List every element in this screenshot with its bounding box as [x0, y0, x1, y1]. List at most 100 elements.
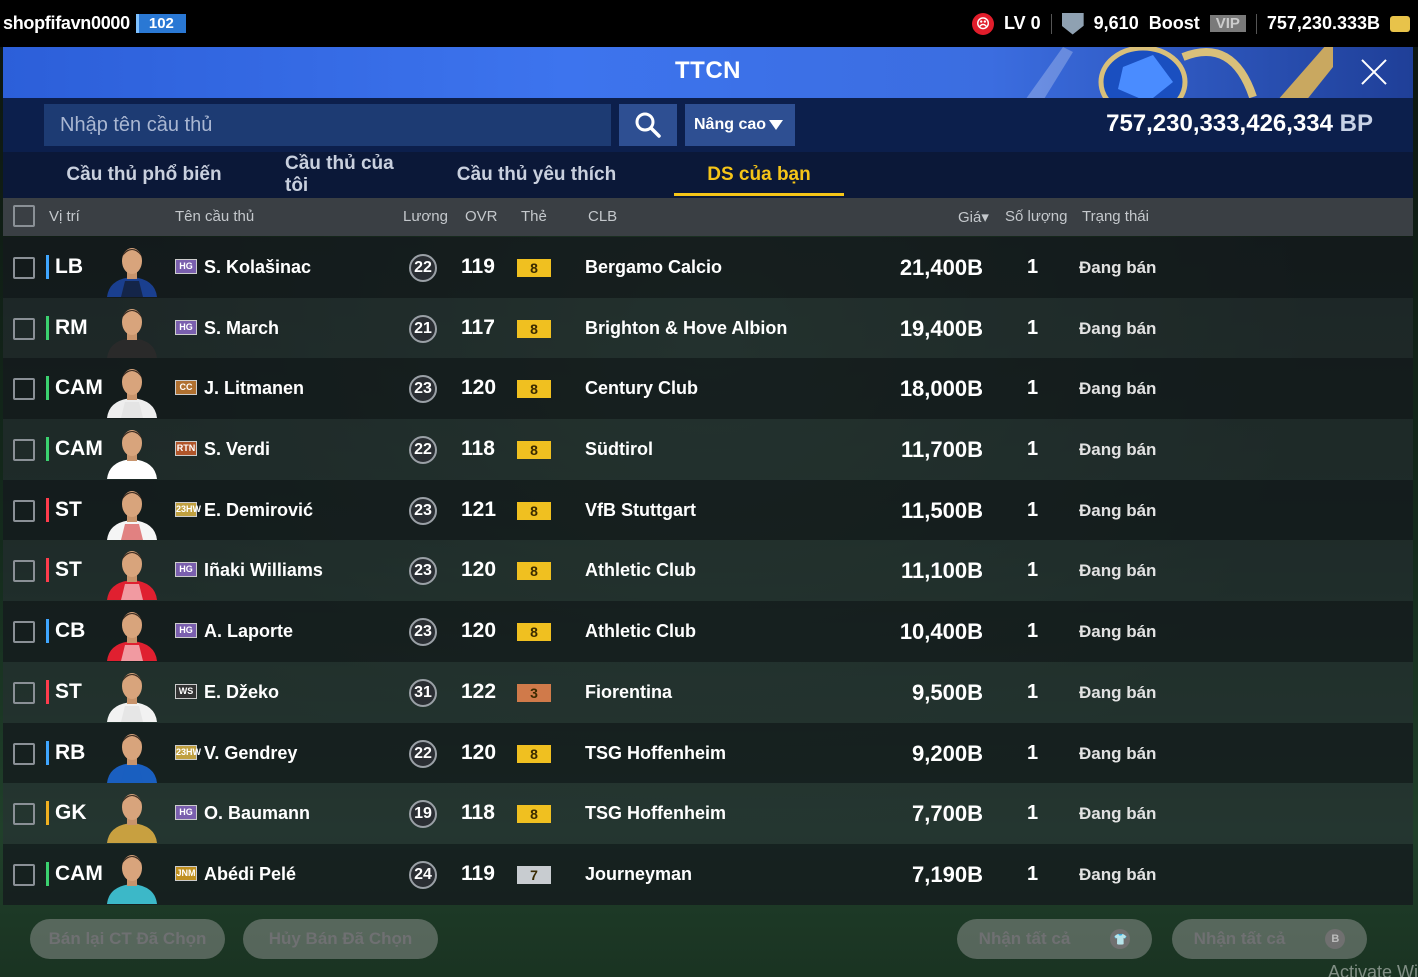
table-row[interactable]: GK HG O. Baumann 19 118 8 TSG Hoffenheim 7,700B… [3, 783, 1413, 844]
tab-favorite-players[interactable]: Cầu thủ yêu thích [399, 152, 674, 198]
row-checkbox[interactable] [13, 560, 35, 583]
player-avatar [107, 733, 157, 783]
row-checkbox[interactable] [13, 742, 35, 765]
season-badge: WS [175, 683, 197, 699]
row-checkbox[interactable] [13, 257, 35, 279]
bp-unit: BP [1339, 110, 1373, 137]
player-name[interactable]: S. March [204, 318, 279, 339]
coin-icon [1390, 15, 1410, 32]
player-ovr: 119 [461, 861, 495, 885]
col-name[interactable]: Tên cầu thủ [175, 208, 254, 225]
player-price: 18,000B [899, 376, 983, 402]
resell-selected-button[interactable]: Bán lại CT Đã Chọn [30, 919, 225, 959]
user-level-badge: 102 [135, 14, 186, 33]
row-checkbox[interactable] [13, 439, 35, 462]
player-avatar [107, 248, 157, 297]
player-name[interactable]: J. Litmanen [204, 378, 304, 399]
table-row[interactable]: CAM CC J. Litmanen 23 120 8 Century Club 18,000… [3, 358, 1413, 420]
boost-label[interactable]: Boost [1149, 13, 1200, 34]
player-avatar [107, 794, 157, 844]
salary-badge: 23 [409, 496, 437, 525]
sale-status: Đang bán [1079, 318, 1157, 338]
sale-status: Đang bán [1079, 622, 1157, 642]
row-checkbox[interactable] [13, 803, 35, 826]
table-row[interactable]: RB 23HW V. Gendrey 22 120 8 TSG Hoffenheim 9,20… [3, 722, 1413, 784]
salary-badge: 22 [409, 254, 437, 282]
tab-my-players[interactable]: Cầu thủ của tôi [285, 152, 399, 198]
table-row[interactable]: ST 23HW E. Demirović 23 121 8 VfB Stuttgart 11,… [3, 479, 1413, 541]
col-salary[interactable]: Lương [403, 208, 448, 225]
col-quantity[interactable]: Số lượng [1005, 208, 1067, 225]
col-price[interactable]: Giá▾ [958, 208, 989, 226]
col-status[interactable]: Trạng thái [1082, 208, 1149, 225]
cancel-selected-button[interactable]: Hủy Bán Đã Chọn [243, 919, 438, 959]
table-row[interactable]: CAM RTN S. Verdi 22 118 8 Südtirol 11,700B 1 Đang… [3, 419, 1413, 480]
shield-icon [1061, 12, 1084, 35]
claim-all-button[interactable]: Nhận tất cả 👕 [957, 919, 1152, 959]
salary-badge: 22 [409, 739, 437, 768]
player-name[interactable]: Iñaki Williams [204, 560, 323, 581]
row-checkbox[interactable] [13, 681, 35, 704]
player-quantity: 1 [1027, 498, 1039, 521]
player-search-input[interactable] [44, 104, 611, 146]
season-badge: HG [175, 319, 197, 335]
sale-status: Đang bán [1079, 864, 1157, 884]
col-club[interactable]: CLB [588, 208, 617, 225]
player-ovr: 117 [461, 315, 495, 339]
row-checkbox[interactable] [13, 317, 35, 340]
salary-badge: 23 [409, 618, 437, 647]
claim-all-bp-button[interactable]: Nhận tất cả B [1172, 919, 1367, 959]
player-quantity: 1 [1027, 680, 1039, 703]
player-price: 7,190B [912, 861, 983, 887]
table-row[interactable]: LB HG S. Kolašinac 22 119 8 Bergamo Calcio 21,4… [3, 237, 1413, 298]
player-name[interactable]: E. Džeko [204, 682, 279, 703]
row-checkbox[interactable] [13, 863, 35, 886]
player-name[interactable]: Abédi Pelé [204, 864, 296, 885]
player-quantity: 1 [1027, 620, 1039, 643]
tab-popular-players[interactable]: Cầu thủ phổ biến [3, 152, 285, 198]
table-row[interactable]: ST WS E. Džeko 31 122 3 Fiorentina 9,500B 1 Đang … [3, 661, 1413, 723]
player-name[interactable]: E. Demirović [204, 500, 313, 521]
advanced-filter-dropdown[interactable]: Nâng cao [685, 104, 795, 146]
sale-status: Đang bán [1079, 804, 1157, 824]
close-icon[interactable] [1357, 55, 1391, 89]
salary-badge: 23 [409, 375, 437, 404]
search-button[interactable] [619, 104, 677, 146]
select-all-checkbox[interactable] [13, 205, 35, 227]
player-name[interactable]: O. Baumann [204, 803, 310, 824]
player-avatar [107, 551, 157, 601]
player-price: 21,400B [899, 255, 983, 280]
player-ovr: 119 [461, 255, 495, 278]
col-ovr[interactable]: OVR [465, 208, 498, 225]
tab-my-listings[interactable]: DS của bạn [674, 152, 844, 198]
player-quantity: 1 [1027, 256, 1039, 278]
player-quantity: 1 [1027, 438, 1039, 461]
salary-badge: 19 [409, 800, 437, 829]
top-status-bar: shopfifavn0000 102 ☹ LV 0 9,610 Boost VI… [0, 0, 1418, 47]
season-badge: RTN [175, 441, 197, 457]
player-avatar [107, 672, 157, 722]
player-quantity: 1 [1027, 862, 1039, 885]
row-checkbox[interactable] [13, 621, 35, 644]
player-quantity: 1 [1027, 377, 1039, 400]
col-card[interactable]: Thẻ [521, 208, 547, 225]
player-name[interactable]: S. Verdi [204, 439, 270, 460]
table-row[interactable]: ST HG Iñaki Williams 23 120 8 Athletic Club 11,… [3, 540, 1413, 602]
table-row[interactable]: CB HG A. Laporte 23 120 8 Athletic Club 10,400B… [3, 601, 1413, 662]
season-badge: HG [175, 562, 197, 578]
player-name[interactable]: S. Kolašinac [204, 257, 311, 278]
player-club: Athletic Club [585, 621, 696, 642]
table-row[interactable]: RM HG S. March 21 117 8 Brighton & Hove Albion… [3, 297, 1413, 359]
bp-value: 757,230,333,426,334 [1106, 110, 1333, 137]
player-club: Fiorentina [585, 681, 673, 702]
salary-badge: 22 [409, 436, 437, 465]
player-position: CAM [46, 376, 103, 401]
row-checkbox[interactable] [13, 378, 35, 401]
col-position[interactable]: Vị trí [49, 208, 80, 225]
player-name[interactable]: A. Laporte [204, 621, 293, 642]
card-level-badge: 7 [517, 865, 551, 884]
table-row[interactable]: CAM JNM Abédi Pelé 24 119 7 Journeyman 7,190B 1 Đ… [3, 843, 1413, 905]
top-right-stats: ☹ LV 0 9,610 Boost VIP 757,230.333B [971, 0, 1410, 47]
row-checkbox[interactable] [13, 499, 35, 522]
player-name[interactable]: V. Gendrey [204, 743, 297, 764]
